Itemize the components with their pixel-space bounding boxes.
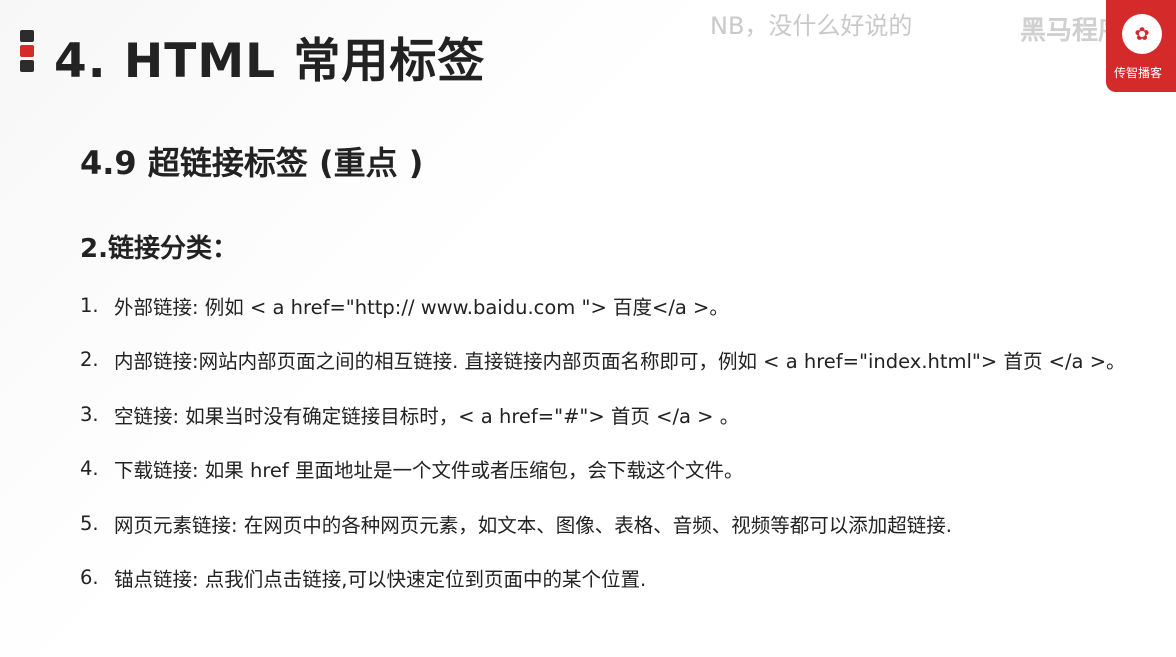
logo-label: 传智播客 <box>1114 66 1163 80</box>
item-text: 内部链接:网站内部页面之间的相互链接. 直接链接内部页面名称即可，例如 < a … <box>114 350 1126 373</box>
link-types-list: 1. 外部链接: 例如 < a href="http:// www.baidu.… <box>80 290 1170 617</box>
section-title: 4.9 超链接标签 (重点 ) <box>80 144 424 182</box>
list-item: 5. 网页元素链接: 在网页中的各种网页元素，如文本、图像、表格、音频、视频等都… <box>80 508 1170 538</box>
logo-mark-icon: ✿ <box>1122 14 1162 54</box>
item-text: 网页元素链接: 在网页中的各种网页元素，如文本、图像、表格、音频、视频等都可以添… <box>114 513 952 537</box>
danmaku-comment: NB，没什么好说的 <box>710 12 913 40</box>
item-text: 外部链接: 例如 < a href="http:// www.baidu.com… <box>114 295 729 319</box>
item-text: 下载链接: 如果 href 里面地址是一个文件或者压缩包，会下载这个文件。 <box>114 459 744 482</box>
item-number: 5. <box>80 511 99 535</box>
list-item: 4. 下载链接: 如果 href 里面地址是一个文件或者压缩包，会下载这个文件。 <box>80 454 1170 484</box>
title-bullet-icon <box>20 30 34 75</box>
list-item: 3. 空链接: 如果当时没有确定链接目标时，< a href="#"> 首页 <… <box>80 399 1170 429</box>
item-number: 1. <box>80 293 99 317</box>
item-text: 锚点链接: 点我们点击链接,可以快速定位到页面中的某个位置. <box>114 568 647 591</box>
list-item: 1. 外部链接: 例如 < a href="http:// www.baidu.… <box>80 290 1170 320</box>
list-item: 6. 锚点链接: 点我们点击链接,可以快速定位到页面中的某个位置. <box>80 563 1170 593</box>
item-number: 6. <box>80 566 99 589</box>
slide-header: 4. HTML 常用标签 NB，没什么好说的 黑马程序员 ✿ 传智播客 <box>0 0 1176 96</box>
section-subtitle: 2.链接分类： <box>80 234 238 264</box>
item-number: 4. <box>80 457 99 480</box>
item-number: 2. <box>80 348 99 371</box>
item-number: 3. <box>80 402 99 426</box>
brand-logo: ✿ 传智播客 <box>1106 0 1176 92</box>
page-title: 4. HTML 常用标签 <box>54 34 486 89</box>
item-text: 空链接: 如果当时没有确定链接目标时，< a href="#"> 首页 </a … <box>114 404 740 428</box>
list-item: 2. 内部链接:网站内部页面之间的相互链接. 直接链接内部页面名称即可，例如 <… <box>80 345 1170 375</box>
